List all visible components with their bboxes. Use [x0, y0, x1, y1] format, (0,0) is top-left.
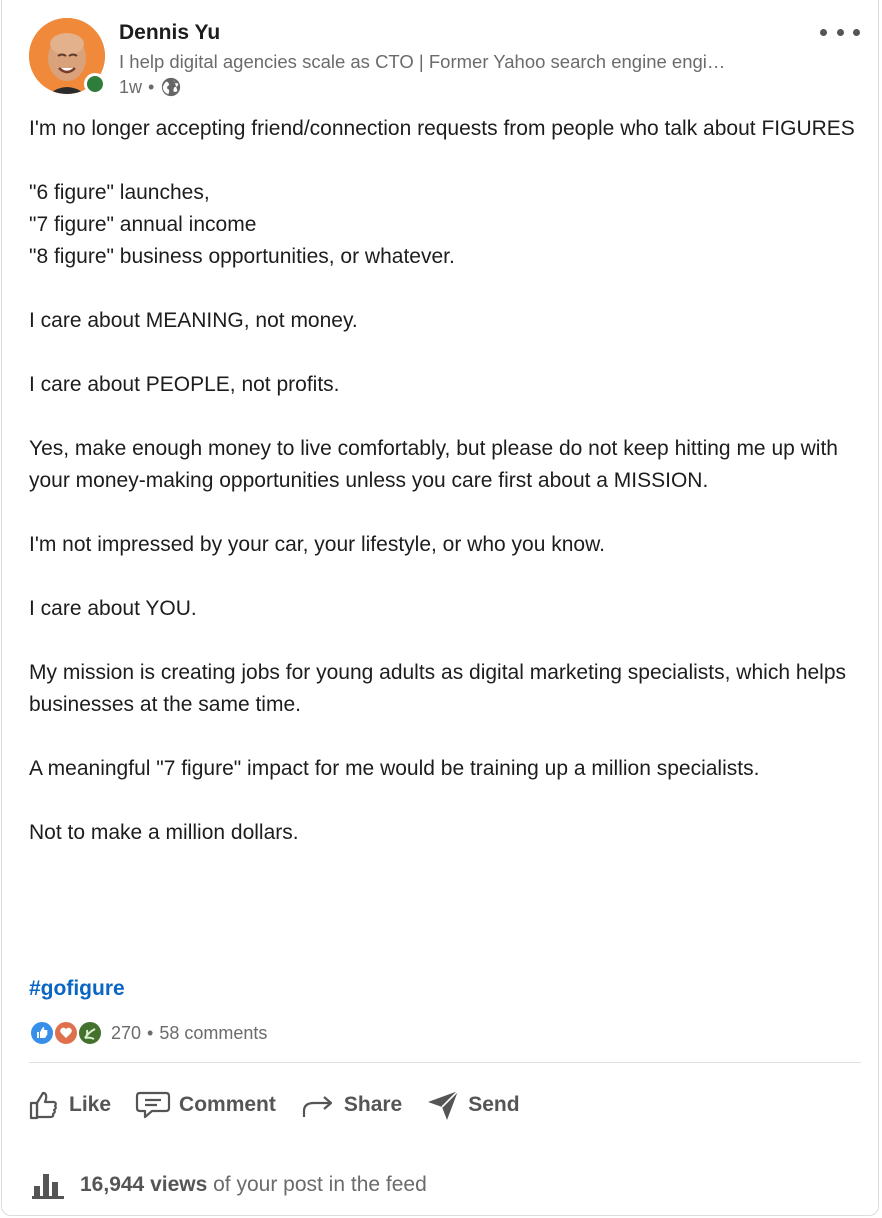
post-time: 1w — [119, 76, 143, 97]
views-suffix: of your post in the feed — [213, 1173, 427, 1196]
post-card: Dennis Yu I help digital agencies scale … — [1, 0, 879, 1216]
online-status-indicator — [84, 73, 106, 95]
like-label: Like — [69, 1093, 112, 1116]
action-bar: Like Comment Share Send — [27, 1088, 520, 1122]
reaction-count[interactable]: 270 — [111, 1023, 141, 1044]
share-arrow-icon — [302, 1096, 332, 1117]
post-meta: 1w • — [119, 76, 182, 98]
count-separator: • — [147, 1022, 154, 1043]
meta-separator: • — [148, 76, 155, 97]
send-button[interactable]: Send — [426, 1088, 520, 1122]
dot-icon — [853, 28, 860, 36]
like-reaction-icon[interactable] — [29, 1020, 55, 1046]
like-button[interactable]: Like — [27, 1088, 111, 1122]
share-label: Share — [343, 1093, 403, 1116]
post-paragraph: I'm not impressed by your car, your life… — [29, 533, 605, 556]
post-paragraph: A meaningful "7 figure" impact for me wo… — [29, 757, 760, 780]
hashtag-link[interactable]: #gofigure — [29, 977, 125, 1001]
divider — [29, 1062, 861, 1063]
post-paragraph: I'm no longer accepting friend/connectio… — [29, 117, 855, 140]
send-icon — [428, 1090, 459, 1120]
social-counts: 270 • 58 comments — [29, 1020, 267, 1046]
thumbs-up-icon — [29, 1091, 57, 1120]
post-body: I'm no longer accepting friend/connectio… — [29, 113, 859, 881]
share-button[interactable]: Share — [300, 1089, 402, 1121]
post-paragraph: "6 figure" launches, "7 figure" annual i… — [29, 181, 455, 268]
love-reaction-icon[interactable] — [53, 1020, 79, 1046]
send-label: Send — [468, 1093, 520, 1116]
post-paragraph: I care about YOU. — [29, 597, 197, 620]
author-name[interactable]: Dennis Yu — [119, 21, 220, 45]
dot-icon — [836, 28, 844, 36]
comment-count[interactable]: 58 comments — [159, 1023, 267, 1044]
post-paragraph: Not to make a million dollars. — [29, 821, 299, 844]
post-paragraph: My mission is creating jobs for young ad… — [29, 661, 847, 716]
post-paragraph: Yes, make enough money to live comfortab… — [29, 437, 838, 492]
post-paragraph: I care about MEANING, not money. — [29, 309, 358, 332]
views-count: 16,944 views — [80, 1173, 208, 1196]
author-headline: I help digital agencies scale as CTO | F… — [119, 51, 726, 72]
post-paragraph: I care about PEOPLE, not profits. — [29, 373, 340, 396]
post-analytics[interactable]: 16,944 views of your post in the feed — [30, 1170, 427, 1200]
more-options-button[interactable] — [820, 22, 860, 42]
globe-icon — [162, 77, 181, 97]
comment-icon — [135, 1091, 171, 1119]
bar-chart-icon — [32, 1174, 64, 1199]
comment-button[interactable]: Comment — [135, 1089, 276, 1121]
dot-icon — [820, 28, 827, 36]
celebrate-reaction-icon[interactable] — [77, 1020, 103, 1046]
comment-label: Comment — [179, 1093, 276, 1116]
